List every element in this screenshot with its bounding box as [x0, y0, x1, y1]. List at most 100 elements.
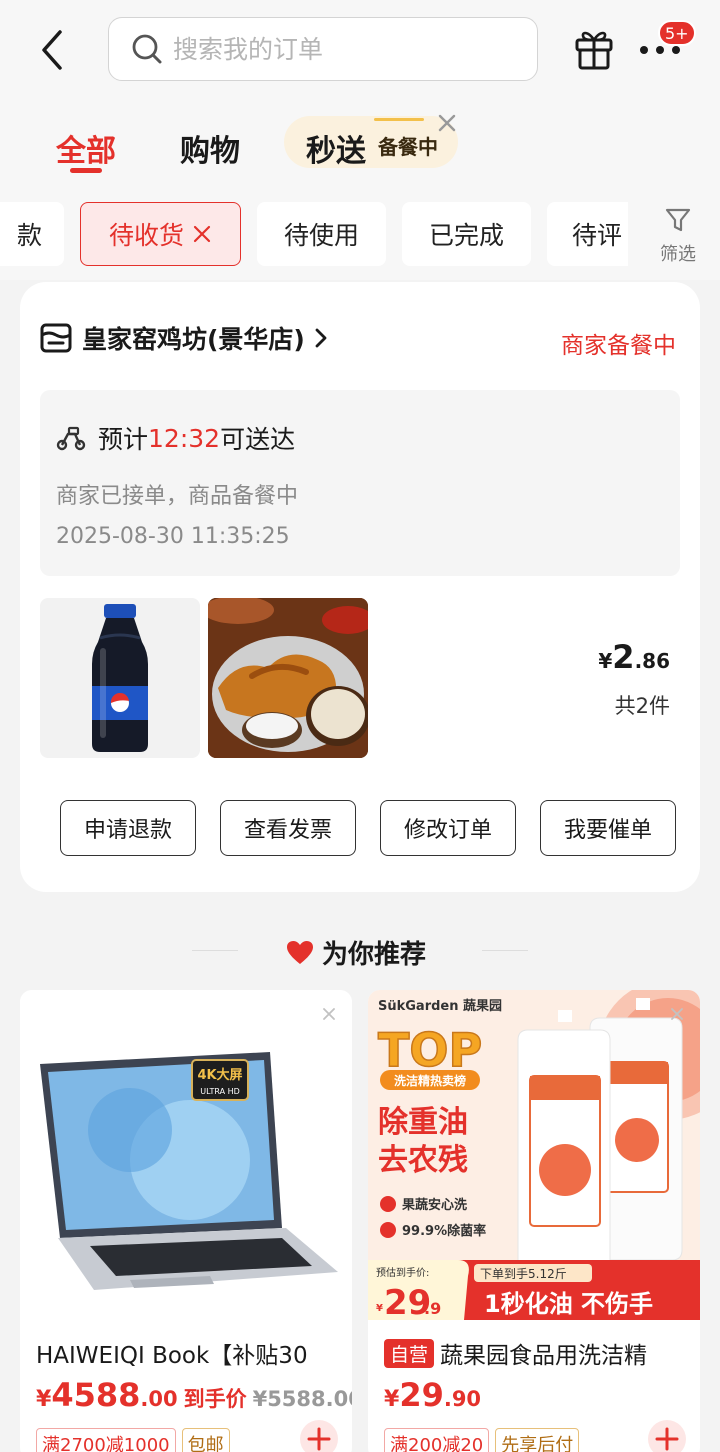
order-card[interactable]: 皇家窑鸡坊(景华店) 商家备餐中 预计 12:32 可送达 商家已接单，商品备餐…	[20, 282, 700, 892]
store-link[interactable]: 皇家窑鸡坊(景华店)	[40, 320, 331, 356]
filter-chip-label: 待使用	[283, 221, 359, 250]
headline-1: 除重油	[378, 1105, 468, 1140]
est-label: 预估到手价:	[376, 1266, 429, 1279]
store-name: 皇家窑鸡坊(景华店)	[82, 325, 305, 354]
plus-icon	[655, 1427, 679, 1451]
delivery-info: 预计 12:32 可送达 商家已接单，商品备餐中 2025-08-30 11:3…	[40, 390, 680, 576]
product-price: ¥29.90	[384, 1376, 482, 1414]
recommend-header: 为你推荐	[0, 920, 720, 980]
product-card-laptop[interactable]: 4K大屏 ULTRA HD HAIWEIQI Book【补贴30 ¥4588.0…	[20, 990, 352, 1452]
search-icon	[132, 34, 162, 64]
plus-icon	[307, 1427, 331, 1451]
filter-chip-label: 已完成	[428, 221, 504, 250]
divider	[482, 950, 528, 951]
price-decimal: .00	[140, 1387, 178, 1411]
back-icon[interactable]	[36, 28, 72, 72]
top-text: TOP	[378, 1023, 482, 1077]
promo-tags: 满2700减1000 包邮	[36, 1428, 236, 1452]
recommend-title-text: 为你推荐	[322, 940, 427, 970]
order-category-tabs: 全部 购物 秒送 备餐中	[0, 100, 720, 190]
promo-tags: 满200减20 先享后付	[384, 1428, 585, 1452]
divider	[192, 950, 238, 951]
add-to-cart-button[interactable]	[648, 1420, 686, 1452]
badge-ultra-hd: ULTRA HD	[200, 1087, 240, 1096]
price-integer: 29	[399, 1376, 444, 1414]
promo-text: 下单到手5.12斤	[480, 1267, 567, 1281]
order-progress-text: 商家已接单，商品备餐中	[56, 484, 299, 509]
status-accent-line	[374, 118, 424, 121]
eta-suffix: 可送达	[220, 425, 296, 454]
price-decimal: .90	[443, 1387, 482, 1411]
filter-chip-to-receive[interactable]: 待收货	[80, 202, 241, 266]
order-status: 商家备餐中	[561, 333, 676, 359]
promo-tag: 包邮	[181, 1428, 230, 1452]
headline-2: 去农残	[378, 1143, 468, 1178]
tab-all[interactable]: 全部	[56, 126, 116, 170]
filter-button[interactable]: 筛选	[648, 206, 708, 266]
order-timestamp: 2025-08-30 11:35:25	[56, 524, 290, 549]
self-operated-badge: 自营	[384, 1339, 435, 1368]
filter-chip-completed[interactable]: 已完成	[402, 202, 531, 266]
search-box[interactable]	[108, 17, 538, 81]
product-thumbnail-cola[interactable]	[40, 598, 200, 758]
tab-express-status: 备餐中	[378, 135, 438, 159]
close-icon[interactable]	[670, 1006, 684, 1020]
price-integer: 2	[612, 638, 635, 676]
order-total-price: ¥2.86	[598, 638, 670, 676]
slogan-text: 1秒化油 不伤手	[484, 1290, 653, 1318]
eta-prefix: 预计	[98, 425, 149, 454]
close-icon[interactable]	[436, 112, 458, 134]
svg-text:¥: ¥	[376, 1303, 383, 1314]
filter-label: 筛选	[660, 244, 696, 265]
product-image-dish-soap: SükGarden 蔬果园 TOP 洗洁精热卖榜 除重油 去农残 果蔬安心洗 9…	[368, 990, 700, 1323]
bullet-1: 果蔬安心洗	[401, 1197, 467, 1213]
delivery-scooter-icon	[56, 426, 86, 451]
price-currency: ¥	[598, 649, 613, 673]
tab-shopping[interactable]: 购物	[180, 126, 240, 170]
tab-express-label: 秒送	[306, 134, 366, 169]
close-icon[interactable]	[192, 224, 212, 244]
badge-4k: 4K大屏	[197, 1067, 242, 1083]
est-price-decimal: .9	[424, 1299, 441, 1318]
bullet-2: 99.9%除菌率	[402, 1223, 486, 1239]
filter-icon	[665, 208, 691, 232]
close-icon[interactable]	[322, 1006, 336, 1020]
view-invoice-button[interactable]: 查看发票	[220, 800, 356, 856]
add-to-cart-button[interactable]	[300, 1420, 338, 1452]
search-input[interactable]	[173, 34, 493, 64]
product-thumbnail-chicken[interactable]	[208, 598, 368, 758]
brand-text: SükGarden 蔬果园	[378, 998, 502, 1014]
tab-active-indicator	[70, 168, 102, 173]
product-card-dish-soap[interactable]: SükGarden 蔬果园 TOP 洗洁精热卖榜 除重油 去农残 果蔬安心洗 9…	[368, 990, 700, 1452]
eta-time: 12:32	[148, 423, 221, 453]
modify-order-button[interactable]: 修改订单	[380, 800, 516, 856]
item-count: 共2件	[614, 694, 670, 718]
price-integer: 4588	[51, 1376, 141, 1414]
eta-row: 预计 12:32 可送达	[56, 420, 295, 456]
message-badge: 5+	[658, 20, 696, 46]
filter-chip-label: 待收货	[108, 221, 184, 250]
product-title: 自营 蔬果园食品用洗洁精	[384, 1336, 694, 1370]
top-bar: 5+	[0, 0, 720, 100]
original-price: ¥5588.00	[252, 1387, 352, 1411]
product-image-laptop: 4K大屏 ULTRA HD	[20, 990, 352, 1320]
product-price: ¥4588.00 到手价 ¥5588.00	[36, 1376, 352, 1414]
product-title-text: 蔬果园食品用洗洁精	[440, 1343, 648, 1369]
promo-tag: 先享后付	[495, 1428, 580, 1452]
tab-express[interactable]: 秒送 备餐中	[284, 116, 458, 169]
filter-chip-label: 款	[16, 221, 42, 250]
product-title: HAIWEIQI Book【补贴30	[36, 1343, 308, 1369]
heart-icon	[287, 940, 313, 964]
urge-order-button[interactable]: 我要催单	[540, 800, 676, 856]
price-decimal: .86	[634, 649, 670, 673]
refund-button[interactable]: 申请退款	[60, 800, 196, 856]
filter-chip-to-use[interactable]: 待使用	[257, 202, 386, 266]
filter-chip-label: 待评	[572, 221, 623, 250]
filter-chip-refund[interactable]: 款	[0, 202, 64, 266]
recommend-title: 为你推荐	[286, 934, 426, 971]
store-icon	[40, 323, 72, 353]
gift-icon[interactable]	[572, 26, 616, 72]
status-filter-bar: 款 待收货 待使用 已完成 待评 筛选	[0, 190, 720, 280]
price-label: 到手价	[183, 1387, 247, 1411]
promo-tag: 满200减20	[384, 1428, 490, 1452]
